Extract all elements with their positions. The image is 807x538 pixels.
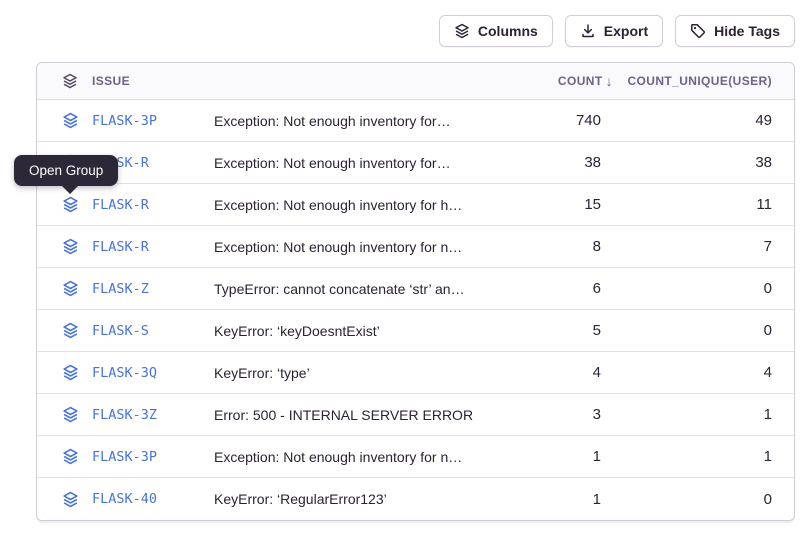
count-value: 740 xyxy=(498,112,613,129)
hide-tags-button-label: Hide Tags xyxy=(714,23,780,39)
count-unique-value: 1 xyxy=(613,448,794,465)
issue-link[interactable]: FLASK-3P xyxy=(92,113,157,129)
count-value: 8 xyxy=(498,238,613,255)
issue-link[interactable]: FLASK-40 xyxy=(92,491,157,507)
table-body: FLASK-3P Exception: Not enough inventory… xyxy=(37,100,794,520)
results-table: ISSUE COUNT ↓ COUNT_UNIQUE(USER) FLASK-3… xyxy=(36,62,795,521)
count-value: 15 xyxy=(498,196,613,213)
issue-title: TypeError: cannot concatenate ‘str’ an… xyxy=(214,281,498,297)
export-button[interactable]: Export xyxy=(565,15,663,47)
count-value: 3 xyxy=(498,406,613,423)
tag-icon xyxy=(690,23,706,39)
table-row[interactable]: FLASK-S KeyError: ‘keyDoesntExist’ 5 0 xyxy=(37,310,794,352)
count-value: 1 xyxy=(498,491,613,508)
count-unique-value: 0 xyxy=(613,280,794,297)
count-unique-value: 0 xyxy=(613,491,794,508)
issue-link[interactable]: FLASK-3Z xyxy=(92,407,157,423)
export-button-label: Export xyxy=(604,23,648,39)
sort-descending-icon: ↓ xyxy=(606,73,613,89)
open-group-stack-icon[interactable] xyxy=(62,280,79,297)
table-row[interactable]: FLASK-40 KeyError: ‘RegularError123’ 1 0 xyxy=(37,478,794,520)
count-unique-value: 49 xyxy=(613,112,794,129)
stack-icon xyxy=(454,23,470,39)
count-value: 5 xyxy=(498,322,613,339)
open-group-stack-icon[interactable] xyxy=(62,364,79,381)
table-row[interactable]: FLASK-R Exception: Not enough inventory … xyxy=(37,142,794,184)
count-unique-value: 7 xyxy=(613,238,794,255)
count-value: 4 xyxy=(498,364,613,381)
issue-link[interactable]: FLASK-R xyxy=(92,197,149,213)
issue-title: Exception: Not enough inventory for h… xyxy=(214,197,498,213)
open-group-stack-icon[interactable] xyxy=(62,406,79,423)
toolbar: Columns Export Hide Tags xyxy=(439,15,795,47)
columns-button[interactable]: Columns xyxy=(439,15,553,47)
issue-title: KeyError: ‘keyDoesntExist’ xyxy=(214,323,498,339)
open-group-stack-icon[interactable] xyxy=(62,322,79,339)
table-row[interactable]: FLASK-R Exception: Not enough inventory … xyxy=(37,184,794,226)
table-row[interactable]: FLASK-R Exception: Not enough inventory … xyxy=(37,226,794,268)
columns-button-label: Columns xyxy=(478,23,538,39)
count-unique-value: 38 xyxy=(613,154,794,171)
column-header-count[interactable]: COUNT ↓ xyxy=(498,73,613,89)
column-header-issue[interactable]: ISSUE xyxy=(92,74,214,88)
table-row[interactable]: FLASK-3Q KeyError: ‘type’ 4 4 xyxy=(37,352,794,394)
issue-title: Error: 500 - INTERNAL SERVER ERROR xyxy=(214,407,498,423)
issue-title: KeyError: ‘type’ xyxy=(214,365,498,381)
issue-link[interactable]: FLASK-3Q xyxy=(92,365,157,381)
open-group-stack-icon[interactable] xyxy=(62,491,79,508)
download-icon xyxy=(580,23,596,39)
table-header-row: ISSUE COUNT ↓ COUNT_UNIQUE(USER) xyxy=(37,63,794,100)
count-value: 1 xyxy=(498,448,613,465)
count-unique-value: 1 xyxy=(613,406,794,423)
table-row[interactable]: FLASK-Z TypeError: cannot concatenate ‘s… xyxy=(37,268,794,310)
table-row[interactable]: FLASK-3Z Error: 500 - INTERNAL SERVER ER… xyxy=(37,394,794,436)
issue-title: Exception: Not enough inventory for n… xyxy=(214,449,498,465)
table-row[interactable]: FLASK-3P Exception: Not enough inventory… xyxy=(37,436,794,478)
open-group-stack-icon[interactable] xyxy=(62,238,79,255)
open-group-stack-icon[interactable] xyxy=(62,448,79,465)
issue-header-stack-icon xyxy=(37,73,92,89)
count-header-label: COUNT xyxy=(558,74,603,88)
count-value: 6 xyxy=(498,280,613,297)
issue-title: Exception: Not enough inventory for… xyxy=(214,155,498,171)
count-unique-value: 4 xyxy=(613,364,794,381)
issue-title: Exception: Not enough inventory for… xyxy=(214,113,498,129)
open-group-stack-icon[interactable] xyxy=(62,196,79,213)
column-header-count-unique[interactable]: COUNT_UNIQUE(USER) xyxy=(613,74,794,88)
issue-link[interactable]: FLASK-Z xyxy=(92,281,149,297)
count-unique-value: 0 xyxy=(613,322,794,339)
issue-link[interactable]: FLASK-S xyxy=(92,323,149,339)
issue-title: Exception: Not enough inventory for n… xyxy=(214,239,498,255)
table-row[interactable]: FLASK-3P Exception: Not enough inventory… xyxy=(37,100,794,142)
tooltip-label: Open Group xyxy=(29,163,103,178)
count-value: 38 xyxy=(498,154,613,171)
issue-title: KeyError: ‘RegularError123’ xyxy=(214,491,498,507)
open-group-tooltip: Open Group xyxy=(14,155,118,186)
count-unique-value: 11 xyxy=(613,196,794,213)
open-group-stack-icon[interactable] xyxy=(62,112,79,129)
issue-link[interactable]: FLASK-R xyxy=(92,239,149,255)
issue-link[interactable]: FLASK-3P xyxy=(92,449,157,465)
hide-tags-button[interactable]: Hide Tags xyxy=(675,15,795,47)
